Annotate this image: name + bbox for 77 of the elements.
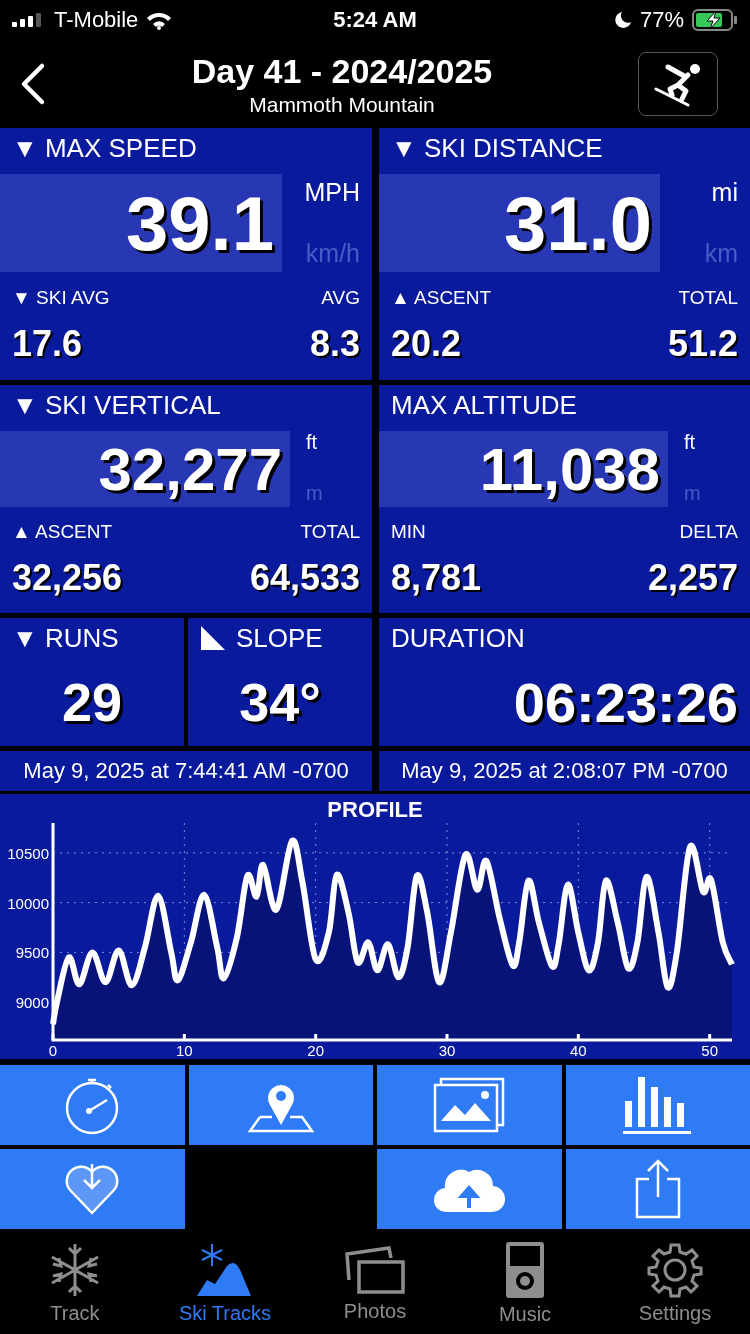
sub-stat-value: 20.2 [391, 323, 463, 366]
x-tick-label: 50 [701, 1042, 718, 1059]
carrier-name: T-Mobile [54, 7, 139, 33]
sub-stat-value: 17.6 [12, 323, 84, 366]
stat-value: 32,277 [0, 431, 290, 507]
music-player-icon [505, 1241, 545, 1299]
battery-percent: 77% [639, 7, 684, 33]
sub-stat-value: 8.3 [309, 323, 360, 366]
stat-label: ▼ SKI DISTANCE [390, 131, 604, 165]
stat-label: ▼ MAX SPEED [11, 131, 198, 165]
wifi-icon [146, 10, 173, 30]
tab[interactable]: Ski Tracks [150, 1242, 300, 1325]
skier-button[interactable] [638, 52, 718, 116]
unit-option[interactable]: mi [711, 178, 738, 207]
stat-label: MAX ALTITUDE [390, 388, 578, 422]
resort-name: Mammoth Mountain [248, 92, 436, 117]
sub-stat-label: AVG [321, 286, 360, 309]
sub-stat-value: 51.2 [667, 323, 738, 366]
y-tick-label: 10500 [7, 844, 49, 862]
heart-download-icon [64, 1162, 121, 1216]
photos-button[interactable] [377, 1065, 562, 1145]
bars-button[interactable] [565, 1065, 750, 1145]
timestamp: May 9, 2025 at 2:08:07 PM -0700 [379, 751, 750, 791]
slope-value: 34° [238, 671, 322, 734]
tab[interactable]: Photos [300, 1244, 450, 1323]
battery-charging-icon [692, 9, 738, 31]
duration-value: 06:23:26 [512, 669, 739, 736]
stat-value: 11,038 [379, 431, 668, 507]
x-tick-label: 40 [570, 1042, 587, 1059]
slope-icon [200, 625, 226, 651]
y-tick-label: 10000 [7, 894, 49, 912]
bar-chart-icon [622, 1075, 693, 1135]
share-button[interactable] [565, 1149, 750, 1229]
sub-stat-value: 2,257 [647, 557, 738, 599]
unit-option[interactable]: MPH [304, 178, 360, 207]
photos-icon [433, 1077, 506, 1133]
sub-stat-label: ▲ ASCENT [391, 286, 492, 309]
x-tick-label: 30 [438, 1042, 456, 1059]
sub-stat-value: 32,256 [12, 557, 123, 599]
day-title: Day 41 - 2024/2025 [191, 51, 493, 91]
stat-label: ▼ SKI VERTICAL [11, 388, 222, 422]
sub-stat-label: TOTAL [678, 286, 738, 309]
sub-stat-label: MIN [391, 521, 427, 543]
stat-value: 31.0 [379, 174, 660, 272]
stat-label: SLOPE [236, 622, 323, 654]
x-tick-label: 20 [307, 1042, 324, 1059]
sub-stat-label: ▲ ASCENT [12, 521, 114, 543]
sub-stat-label: DELTA [679, 521, 738, 543]
tab[interactable]: Track [0, 1242, 150, 1325]
runs-value: 29 [60, 671, 124, 734]
stat-label: DURATION [390, 621, 526, 655]
mountain-snowflake-icon [197, 1242, 253, 1298]
sub-stat-label: TOTAL [300, 521, 360, 543]
sub-stat-value: 8,781 [391, 557, 482, 599]
stat-value: 39.1 [0, 174, 282, 272]
sub-stat-value: 64,533 [249, 557, 360, 599]
moon-icon [613, 11, 632, 29]
photos-icon [345, 1244, 405, 1296]
status-time: 5:24 AM [333, 7, 417, 33]
map-button[interactable] [188, 1065, 373, 1145]
upload-button[interactable] [377, 1149, 562, 1229]
unit-option[interactable]: ft [684, 431, 696, 454]
settings-icon [647, 1242, 703, 1298]
chart-title: PROFILE [327, 797, 423, 822]
x-tick-label: 0 [48, 1042, 58, 1059]
tab[interactable]: Music [450, 1241, 600, 1326]
tab[interactable]: Settings [600, 1242, 750, 1325]
share-icon [634, 1159, 681, 1219]
x-tick-label: 10 [176, 1042, 193, 1059]
stat-label: ▼ RUNS [11, 621, 120, 655]
y-tick-label: 9000 [15, 994, 49, 1012]
sub-stat-label: ▼ SKI AVG [12, 286, 110, 309]
stopwatch-button[interactable] [0, 1065, 185, 1145]
heart-button[interactable] [0, 1149, 185, 1229]
y-tick-label: 9500 [15, 944, 49, 962]
unit-option[interactable]: ft [306, 431, 318, 454]
timestamp: May 9, 2025 at 7:44:41 AM -0700 [0, 751, 372, 791]
